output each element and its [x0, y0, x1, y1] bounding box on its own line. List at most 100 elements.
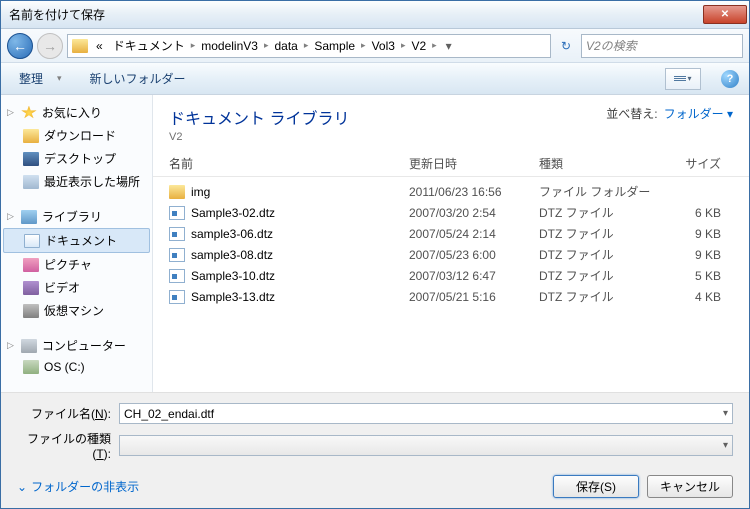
nav-label: ライブラリ [42, 208, 102, 225]
chevron-icon: ▷ [7, 107, 14, 118]
organize-menu[interactable]: 整理 [11, 66, 51, 91]
navigation-pane: ▷ お気に入り ダウンロード デスクトップ 最近表示した場所 ▷ ライブラリ ドキュ… [1, 95, 153, 392]
star-icon [21, 106, 37, 120]
nav-label: お気に入り [42, 104, 102, 121]
file-type: ファイル フォルダー [539, 183, 669, 200]
file-type: DTZ ファイル [539, 225, 669, 242]
nav-computer[interactable]: ▷ コンピューター [1, 334, 152, 357]
cancel-button[interactable]: キャンセル [647, 475, 733, 498]
nav-label: ダウンロード [44, 127, 116, 144]
file-date: 2007/05/24 2:14 [409, 227, 539, 241]
window-title: 名前を付けて保存 [9, 6, 703, 23]
arrow-right-icon: → [43, 38, 57, 54]
videos-icon [23, 281, 39, 295]
new-folder-button[interactable]: 新しいフォルダー [82, 66, 194, 91]
file-type: DTZ ファイル [539, 288, 669, 305]
col-name[interactable]: 名前 [169, 155, 409, 172]
column-headers: 名前 更新日時 種類 サイズ [153, 151, 749, 177]
breadcrumb-item[interactable]: ドキュメント [109, 37, 189, 54]
file-date: 2007/03/20 2:54 [409, 206, 539, 220]
pictures-icon [23, 258, 39, 272]
breadcrumb-dropdown[interactable]: ▾ [439, 39, 459, 53]
filetype-select[interactable] [119, 435, 733, 456]
file-size: 4 KB [669, 290, 721, 304]
file-type: DTZ ファイル [539, 267, 669, 284]
file-row[interactable]: Sample3-13.dtz2007/05/21 5:16DTZ ファイル4 K… [169, 286, 733, 307]
nav-videos[interactable]: ビデオ [1, 276, 152, 299]
refresh-button[interactable]: ↻ [555, 35, 577, 57]
forward-button[interactable]: → [37, 33, 63, 59]
file-icon [169, 227, 185, 241]
help-button[interactable]: ? [721, 70, 739, 88]
nav-vm[interactable]: 仮想マシン [1, 299, 152, 322]
nav-label: 仮想マシン [44, 302, 104, 319]
nav-libraries[interactable]: ▷ ライブラリ [1, 205, 152, 228]
file-row[interactable]: Sample3-02.dtz2007/03/20 2:54DTZ ファイル6 K… [169, 202, 733, 223]
chevron-right-icon: ▸ [304, 40, 309, 51]
file-date: 2011/06/23 16:56 [409, 185, 539, 199]
nav-documents[interactable]: ドキュメント [3, 228, 150, 253]
nav-desktop[interactable]: デスクトップ [1, 147, 152, 170]
search-input[interactable]: V2の検索 [581, 34, 743, 58]
navbar: ← → « ドキュメント▸ modelinV3▸ data▸ Sample▸ V… [1, 29, 749, 63]
sort-label: 並べ替え: [606, 105, 657, 122]
close-button[interactable]: ✕ [703, 5, 747, 24]
file-name: sample3-08.dtz [191, 248, 273, 262]
breadcrumb-item[interactable]: Vol3 [368, 39, 399, 53]
search-placeholder: V2の検索 [586, 37, 637, 54]
file-date: 2007/05/23 6:00 [409, 248, 539, 262]
col-date[interactable]: 更新日時 [409, 155, 539, 172]
breadcrumb-item[interactable]: V2 [407, 39, 430, 53]
drive-icon [23, 360, 39, 374]
file-name: Sample3-10.dtz [191, 269, 275, 283]
chevron-right-icon: ▸ [432, 40, 437, 51]
file-row[interactable]: Sample3-10.dtz2007/03/12 6:47DTZ ファイル5 K… [169, 265, 733, 286]
nav-label: ドキュメント [45, 232, 117, 249]
nav-downloads[interactable]: ダウンロード [1, 124, 152, 147]
nav-label: ピクチャ [44, 256, 92, 273]
breadcrumb-item[interactable]: modelinV3 [197, 39, 262, 53]
file-size: 9 KB [669, 248, 721, 262]
library-title: ドキュメント ライブラリ [169, 105, 349, 129]
sort-dropdown[interactable]: フォルダー ▾ [664, 105, 733, 122]
toolbar: 整理 ▾ 新しいフォルダー ▾ ? [1, 63, 749, 95]
chevron-right-icon: ▸ [401, 40, 406, 51]
file-date: 2007/03/12 6:47 [409, 269, 539, 283]
nav-pictures[interactable]: ピクチャ [1, 253, 152, 276]
library-subtitle: V2 [169, 131, 349, 143]
chevron-icon: ▷ [7, 211, 14, 222]
nav-label: コンピューター [42, 337, 126, 354]
file-size: 6 KB [669, 206, 721, 220]
breadcrumb-item[interactable]: data [270, 39, 301, 53]
chevron-icon: ▷ [7, 340, 14, 351]
col-size[interactable]: サイズ [669, 155, 721, 172]
document-icon [24, 234, 40, 248]
nav-label: デスクトップ [44, 150, 116, 167]
file-name: Sample3-13.dtz [191, 290, 275, 304]
file-row[interactable]: sample3-08.dtz2007/05/23 6:00DTZ ファイル9 K… [169, 244, 733, 265]
titlebar: 名前を付けて保存 ✕ [1, 1, 749, 29]
folder-icon [23, 129, 39, 143]
hide-folders-link[interactable]: ⌄フォルダーの非表示 [17, 478, 139, 495]
save-button[interactable]: 保存(S) [553, 475, 639, 498]
nav-osc[interactable]: OS (C:) [1, 357, 152, 377]
nav-label: OS (C:) [44, 360, 85, 374]
col-type[interactable]: 種類 [539, 155, 669, 172]
chevron-right-icon: ▸ [361, 40, 366, 51]
nav-recent[interactable]: 最近表示した場所 [1, 170, 152, 193]
view-mode-button[interactable]: ▾ [665, 68, 701, 90]
bottom-panel: ファイル名(N): CH_02_endai.dtf ファイルの種類(T): ⌄フ… [1, 393, 749, 508]
breadcrumb-prefix[interactable]: « [92, 39, 107, 53]
nav-label: ビデオ [44, 279, 80, 296]
filename-input[interactable]: CH_02_endai.dtf [119, 403, 733, 424]
folder-icon [72, 39, 88, 53]
breadcrumb-item[interactable]: Sample [310, 39, 359, 53]
breadcrumb[interactable]: « ドキュメント▸ modelinV3▸ data▸ Sample▸ Vol3▸… [67, 34, 551, 58]
file-row[interactable]: img2011/06/23 16:56ファイル フォルダー [169, 181, 733, 202]
nav-favorites[interactable]: ▷ お気に入り [1, 101, 152, 124]
file-row[interactable]: sample3-06.dtz2007/05/24 2:14DTZ ファイル9 K… [169, 223, 733, 244]
file-name: sample3-06.dtz [191, 227, 273, 241]
file-icon [169, 248, 185, 262]
back-button[interactable]: ← [7, 33, 33, 59]
save-as-dialog: 名前を付けて保存 ✕ ← → « ドキュメント ▸ modelinV3 ▸ data… [0, 0, 750, 509]
